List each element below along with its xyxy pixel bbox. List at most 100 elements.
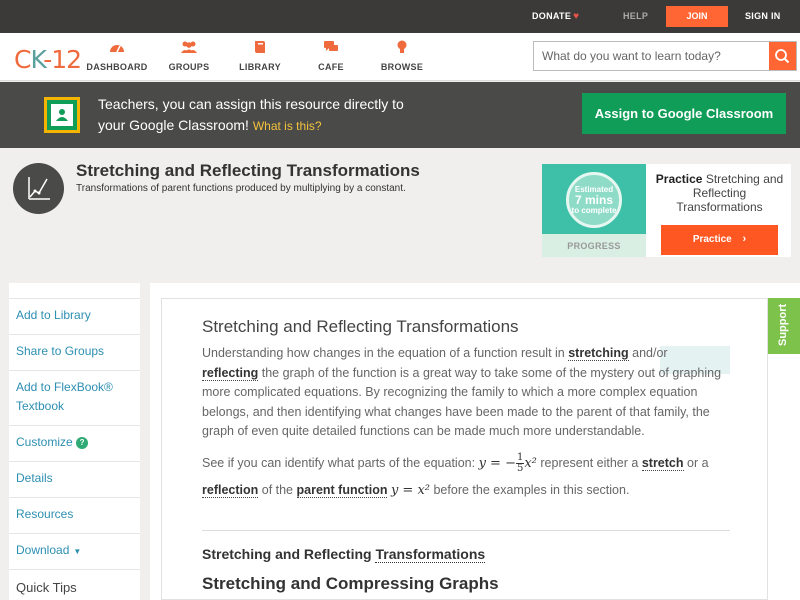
add-to-flexbook-label: Add to FlexBook® [16,380,113,394]
page-title: Stretching and Reflecting Transformation… [76,161,420,180]
intro-paragraph: Understanding how changes in the equatio… [202,344,722,442]
sidebar: Add to Library Share to Groups Add to Fl… [9,283,140,600]
p2-text-c: or a [683,456,709,470]
transformations-term-link[interactable]: Transformations [375,546,486,563]
estimate-complete: to complete [571,206,617,215]
p1-text-c: the graph of the function is a great way… [202,365,722,439]
gauge-icon [82,40,152,56]
chevron-right-icon: › [742,233,747,245]
help-link[interactable]: HELP [623,11,648,21]
people-icon [154,40,224,56]
google-classroom-icon [44,97,80,133]
google-classroom-banner: Teachers, you can assign this resource d… [0,82,800,148]
reflection-term-link[interactable]: reflection [202,483,259,498]
nav-groups[interactable]: GROUPS [154,40,224,72]
sidebar-divider [9,569,140,570]
practice-card: Estimated 7 mins to complete PROGRESS Pr… [542,164,791,257]
top-utility-bar: DONATE ♥ HELP JOIN SIGN IN [0,0,800,33]
reflecting-term-link[interactable]: reflecting [202,365,259,381]
sidebar-add-to-library[interactable]: Add to Library [16,306,91,325]
donate-label: DONATE [532,11,572,21]
practice-button-label: Practice [692,234,732,245]
customize-label: Customize [16,435,73,449]
sidebar-divider [9,425,140,426]
article-heading: Stretching and Reflecting Transformation… [202,317,519,336]
estimate-mins: 7 mins [574,193,613,207]
sidebar-share-to-groups[interactable]: Share to Groups [16,342,104,361]
section-divider [202,530,730,531]
p2-text-d: of the [258,483,297,497]
p1-text-a: Understanding how changes in the equatio… [202,346,569,360]
logo-c: C [14,45,31,74]
search-input[interactable] [534,42,770,70]
sign-in-link[interactable]: SIGN IN [745,11,781,21]
nav-dashboard[interactable]: DASHBOARD [82,40,152,72]
logo-k: K [30,45,44,74]
nav-browse-label: BROWSE [380,62,424,72]
nav-browse[interactable]: BROWSE [367,40,437,72]
support-tab[interactable]: Support [768,298,800,354]
subsection-heading: Stretching and Compressing Graphs [202,574,499,593]
nav-library[interactable]: LIBRARY [225,40,295,72]
sidebar-details[interactable]: Details [16,469,53,488]
practice-progress-panel: Estimated 7 mins to complete PROGRESS [542,164,646,257]
banner-line1: Teachers, you can assign this resource d… [98,96,404,112]
section-heading-text: Stretching and Reflecting [202,546,376,562]
p2-text-a: See if you can identify what parts of th… [202,456,479,470]
eq1-rhs: x² [524,456,537,471]
nav-cafe[interactable]: CAFE [296,40,366,72]
p1-text-b: and/or [628,346,668,360]
sidebar-customize[interactable]: Customize ? [16,433,89,452]
ck12-logo[interactable]: CK-12 [14,45,82,74]
eq1-lhs: y = − [478,456,516,471]
sidebar-divider [9,334,140,335]
nav-cafe-label: CAFE [318,62,344,72]
help-question-icon[interactable]: ? [76,437,89,449]
nav-groups-label: GROUPS [168,62,210,72]
book-icon [225,40,295,56]
stretch-term-link[interactable]: stretch [641,456,684,471]
p2-text-b: represent either a [540,456,642,470]
search-box [533,41,797,71]
practice-description: Practice Stretching and Reflecting Trans… [652,172,787,214]
parent-function-term-link[interactable]: parent function [296,483,388,498]
download-label: Download [16,543,70,557]
question-paragraph: See if you can identify what parts of th… [202,450,732,504]
sidebar-resources[interactable]: Resources [16,505,73,524]
sidebar-divider [9,497,140,498]
sidebar-add-to-flexbook[interactable]: Add to FlexBook® Textbook [16,378,113,416]
chat-icon [296,40,366,56]
equation-one: y = −1 5 x² [478,453,537,474]
sidebar-divider [9,461,140,462]
estimate-badge: Estimated 7 mins to complete [566,172,622,228]
sidebar-quick-tips[interactable]: Quick Tips [16,578,77,597]
search-button[interactable] [769,42,796,70]
nav-dashboard-label: DASHBOARD [86,62,148,72]
search-icon [775,49,790,64]
sidebar-divider [9,370,140,371]
progress-label: PROGRESS [567,241,621,251]
lightbulb-icon [367,40,437,56]
equation-two: y = x² [390,483,430,498]
section-heading: Stretching and Reflecting Transformation… [202,546,486,563]
donate-link[interactable]: DONATE ♥ [532,11,579,22]
join-button[interactable]: JOIN [666,6,728,27]
sidebar-divider [9,533,140,534]
textbook-label: Textbook [16,399,65,413]
p2-text-e: before the examples in this section. [433,483,630,497]
banner-text: Teachers, you can assign this resource d… [98,94,458,137]
caret-down-icon: ▼ [73,547,82,556]
logo-12: -12 [43,45,82,74]
graph-transform-icon [13,163,64,214]
sidebar-download[interactable]: Download ▼ [16,541,81,561]
banner-line2: your Google Classroom! [98,117,249,133]
what-is-this-link[interactable]: What is this? [253,119,322,133]
support-label: Support [777,303,789,346]
stretching-term-link[interactable]: stretching [568,346,629,361]
practice-text-bold: Practice [655,172,703,186]
heart-icon: ♥ [573,11,580,22]
assign-to-google-classroom-button[interactable]: Assign to Google Classroom [582,93,786,134]
main-nav-bar: CK-12 DASHBOARD GROUPS LIBRARY CAFE BROW… [0,33,800,81]
practice-button[interactable]: Practice › [661,225,778,255]
sidebar-divider [9,298,140,299]
